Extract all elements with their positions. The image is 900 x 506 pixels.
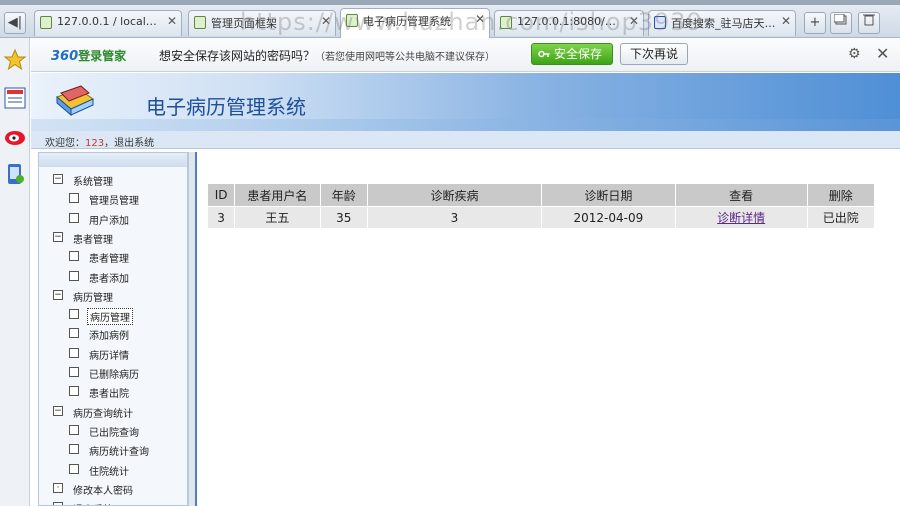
leaf-node-icon xyxy=(69,444,79,455)
collapse-toggle-icon[interactable]: − xyxy=(53,231,63,242)
current-username: 123 xyxy=(85,138,105,149)
page-banner: 电子病历管理系统 xyxy=(31,73,900,131)
save-password-button[interactable]: 安全保存 xyxy=(531,43,613,65)
remind-later-button[interactable]: 下次再说 xyxy=(620,43,688,65)
collapse-toggle-icon[interactable]: − xyxy=(53,174,63,184)
tab-1[interactable]: 127.0.0.1 / local… ✕ xyxy=(34,10,182,36)
table-row: 3 王五 35 3 2012-04-09 诊断详情 已出院 xyxy=(208,207,874,228)
title-bar-edge xyxy=(0,0,900,5)
news-icon[interactable] xyxy=(3,86,27,110)
col-view: 查看 xyxy=(675,184,807,206)
menu-label: 病历管理 xyxy=(73,292,113,304)
col-age: 年龄 xyxy=(320,184,367,206)
menu-label: 修改本人密码 xyxy=(73,485,133,497)
trash-icon xyxy=(863,14,875,26)
page-title: 电子病历管理系统 xyxy=(146,95,306,119)
key-icon xyxy=(538,50,550,58)
leaf-node-icon xyxy=(69,328,79,339)
menu-label: 已出院查询 xyxy=(89,427,139,439)
col-id: ID xyxy=(208,184,235,206)
menu-label: 患者出院 xyxy=(89,389,129,401)
password-save-prompt: 想安全保存该网站的密码吗？（若您使用网吧等公共电脑不建议保存） xyxy=(159,49,496,63)
frame-divider[interactable] xyxy=(195,152,197,506)
menu-label: 已删除病历 xyxy=(89,370,139,381)
cell-view: 诊断详情 xyxy=(675,207,807,228)
welcome-label: 欢迎您： xyxy=(45,138,85,149)
leaf-node-icon xyxy=(69,367,79,377)
sidebar-menu: − 系统管理 管理员管理 用户添加 − 患者管理 患者管理 患者添加 − 病历管理 病历管理 添加病例… xyxy=(38,152,188,506)
favorites-star-icon[interactable] xyxy=(3,48,27,72)
back-button[interactable]: ◀| xyxy=(4,12,26,34)
page-icon xyxy=(40,16,52,29)
welcome-bar: 欢迎您：123，退出系统 xyxy=(31,131,900,149)
col-patient-username: 患者用户名 xyxy=(235,184,320,206)
separator: ， xyxy=(104,138,115,149)
tab-title: 127.0.0.1 / local… xyxy=(57,15,157,28)
password-save-bar: 360登录管家 想安全保存该网站的密码吗？（若您使用网吧等公共电脑不建议保存） … xyxy=(31,38,900,72)
menu-label: 病历统计查询 xyxy=(89,447,149,459)
leaf-node-icon xyxy=(69,386,79,397)
menu-label: 病历详情 xyxy=(89,350,129,362)
logout-link[interactable]: 退出系统 xyxy=(114,138,154,149)
col-delete: 删除 xyxy=(807,184,874,206)
mobile-app-icon[interactable] xyxy=(3,162,27,186)
trash-button[interactable] xyxy=(858,12,880,34)
browser-sidebar-dock xyxy=(0,38,30,506)
menu-label: 患者管理 xyxy=(89,254,129,266)
menu-label: 管理员管理 xyxy=(89,196,139,208)
menu-label: 病历查询统计 xyxy=(73,408,133,420)
collapse-toggle-icon[interactable]: − xyxy=(53,289,63,300)
menu-label: 患者管理 xyxy=(73,234,113,246)
table-header-row: ID 患者用户名 年龄 诊断疾病 诊断日期 查看 删除 xyxy=(208,184,874,206)
close-icon[interactable]: ✕ xyxy=(876,44,889,63)
cell-id: 3 xyxy=(208,207,235,228)
leaf-node-icon xyxy=(69,193,79,204)
menu-label: 用户添加 xyxy=(89,215,129,227)
cell-patient-username: 王五 xyxy=(235,207,320,228)
books-logo-icon xyxy=(56,85,94,117)
medical-records-table: ID 患者用户名 年龄 诊断疾病 诊断日期 查看 删除 3 王五 35 3 20… xyxy=(207,183,875,229)
menu-label: 添加病例 xyxy=(89,331,129,343)
tab-close-icon[interactable]: ✕ xyxy=(781,14,791,28)
leaf-node-icon xyxy=(69,424,79,435)
leaf-node-icon xyxy=(69,309,79,320)
watermark: https://www.huzhan.com/ishop3939 xyxy=(240,8,703,36)
cell-age: 35 xyxy=(320,207,367,228)
windows-icon xyxy=(833,13,847,25)
cell-diagnosis-date: 2012-04-09 xyxy=(541,207,675,228)
col-diagnosis-date: 诊断日期 xyxy=(541,184,675,206)
collapse-toggle-icon[interactable]: · xyxy=(53,482,63,493)
tab-close-icon[interactable]: ✕ xyxy=(167,14,177,28)
login-manager-logo: 360登录管家 xyxy=(51,49,127,64)
weibo-icon[interactable] xyxy=(3,124,27,148)
menu-label: 患者添加 xyxy=(89,273,129,285)
leaf-node-icon xyxy=(69,463,79,474)
cell-delete-status: 已出院 xyxy=(807,207,874,228)
collapse-toggle-icon[interactable]: · xyxy=(53,502,63,505)
banner-stripe xyxy=(31,119,900,131)
collapse-toggle-icon[interactable]: − xyxy=(53,405,63,416)
sidebar-header xyxy=(39,153,187,167)
col-disease: 诊断疾病 xyxy=(367,184,541,206)
menu-label: 病历管理 xyxy=(87,308,133,326)
menu-label: 住院统计 xyxy=(89,466,129,478)
tab-list-button[interactable] xyxy=(830,12,852,34)
leaf-node-icon xyxy=(69,347,79,358)
leaf-node-icon xyxy=(69,251,79,262)
diagnosis-detail-link[interactable]: 诊断详情 xyxy=(717,211,765,225)
new-tab-button[interactable]: + xyxy=(804,12,826,34)
leaf-node-icon xyxy=(69,270,79,281)
menu-label: 系统管理 xyxy=(73,177,113,188)
cell-disease: 3 xyxy=(367,207,541,228)
page-icon xyxy=(194,16,206,29)
leaf-node-icon xyxy=(69,212,79,223)
gear-icon[interactable]: ⚙ xyxy=(848,46,861,62)
menu-label: 退出系统 xyxy=(71,501,115,505)
